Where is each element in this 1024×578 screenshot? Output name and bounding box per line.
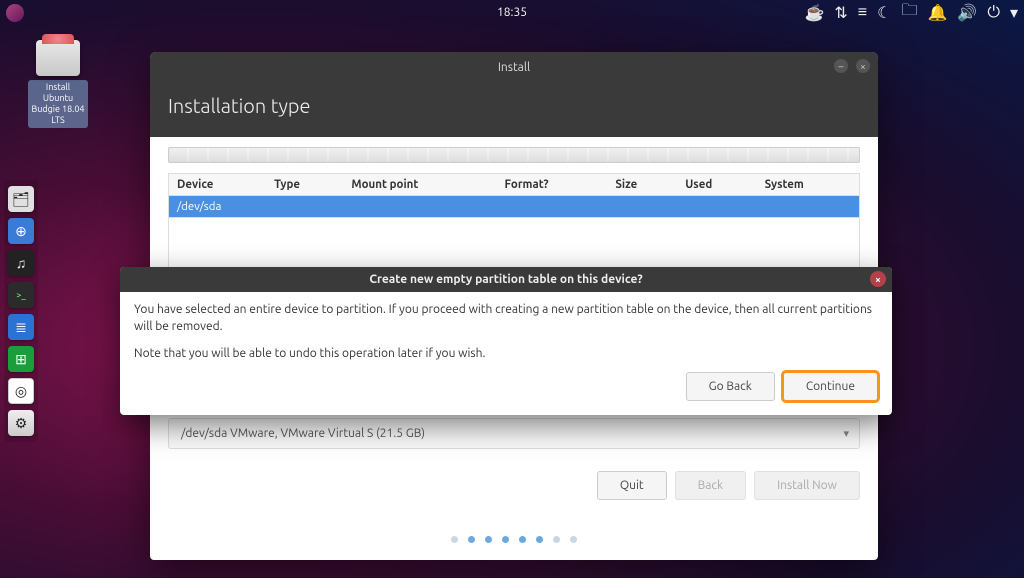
- dialog-text-1: You have selected an entire device to pa…: [134, 302, 878, 336]
- progress-dots: [150, 536, 878, 543]
- power-icon[interactable]: ⏻: [987, 3, 1000, 22]
- footer-buttons: Quit Back Install Now: [168, 471, 860, 500]
- boot-device-value: /dev/sda VMware, VMware Virtual S (21.5 …: [181, 427, 425, 440]
- dock-installer[interactable]: ⚙: [8, 410, 34, 436]
- clock: 18:35: [497, 6, 527, 19]
- dock-files[interactable]: 🗂: [8, 186, 34, 212]
- dialog-close-button[interactable]: ×: [870, 271, 886, 287]
- page-heading: Installation type: [168, 94, 860, 117]
- dock-web[interactable]: ⊕: [8, 218, 34, 244]
- col-size[interactable]: Size: [607, 174, 677, 196]
- minimize-button[interactable]: –: [834, 59, 848, 73]
- back-button: Back: [675, 471, 746, 500]
- installer-glyph: [36, 40, 80, 76]
- notification-icon[interactable]: 🔔: [927, 3, 947, 22]
- dot-current: [536, 536, 543, 543]
- col-type[interactable]: Type: [266, 174, 343, 196]
- dock-music[interactable]: ♫: [8, 250, 34, 276]
- col-device[interactable]: Device: [169, 174, 267, 196]
- dialog-title: Create new empty partition table on this…: [120, 267, 892, 292]
- device-cell: /dev/sda: [169, 196, 860, 218]
- dot: [570, 536, 577, 543]
- night-icon[interactable]: ☾: [877, 3, 891, 22]
- dot: [553, 536, 560, 543]
- col-system[interactable]: System: [757, 174, 860, 196]
- desktop-installer-icon[interactable]: Install Ubuntu Budgie 18.04 LTS: [28, 40, 88, 128]
- desktop-icon-label: Install Ubuntu Budgie 18.04 LTS: [28, 80, 88, 128]
- col-mountpoint[interactable]: Mount point: [343, 174, 496, 196]
- window-titlebar: Install – ×: [150, 52, 878, 82]
- continue-button[interactable]: Continue: [783, 372, 878, 401]
- dialog-title-text: Create new empty partition table on this…: [369, 273, 642, 286]
- boot-device-select[interactable]: /dev/sda VMware, VMware Virtual S (21.5 …: [168, 418, 860, 449]
- quit-button[interactable]: Quit: [597, 471, 667, 500]
- dialog-text-2: Note that you will be able to undo this …: [134, 346, 878, 363]
- go-back-button[interactable]: Go Back: [686, 372, 775, 401]
- col-format[interactable]: Format?: [497, 174, 608, 196]
- close-button[interactable]: ×: [856, 59, 870, 73]
- dot: [485, 536, 492, 543]
- dot: [451, 536, 458, 543]
- volume-icon[interactable]: 🔊: [957, 3, 977, 22]
- col-used[interactable]: Used: [677, 174, 756, 196]
- dot: [468, 536, 475, 543]
- table-row[interactable]: /dev/sda: [169, 196, 860, 218]
- dock-browser[interactable]: ◎: [8, 378, 34, 404]
- dock-text-editor[interactable]: ≣: [8, 314, 34, 340]
- network-icon[interactable]: ⇅: [834, 3, 847, 22]
- window-title: Install: [498, 61, 530, 74]
- install-now-button: Install Now: [754, 471, 860, 500]
- dock-spreadsheet[interactable]: ⊞: [8, 346, 34, 372]
- dot: [519, 536, 526, 543]
- partition-chart: [168, 147, 860, 163]
- dock-terminal[interactable]: >_: [8, 282, 34, 308]
- dock: 🗂 ⊕ ♫ >_ ≣ ⊞ ◎ ⚙: [4, 180, 38, 442]
- system-tray: ☕ ⇅ ≡ ☾ 🗀 🔔 🔊 ⏻ ▾: [804, 0, 1018, 24]
- folder-icon[interactable]: 🗀: [901, 0, 917, 26]
- coffee-icon[interactable]: ☕: [804, 3, 824, 22]
- dot: [502, 536, 509, 543]
- window-header: Installation type: [150, 82, 878, 137]
- partition-table[interactable]: Device Type Mount point Format? Size Use…: [168, 173, 860, 218]
- menu-icon[interactable]: ≡: [858, 3, 867, 22]
- confirm-dialog: Create new empty partition table on this…: [120, 267, 892, 415]
- chevron-down-icon[interactable]: ▾: [1010, 3, 1018, 22]
